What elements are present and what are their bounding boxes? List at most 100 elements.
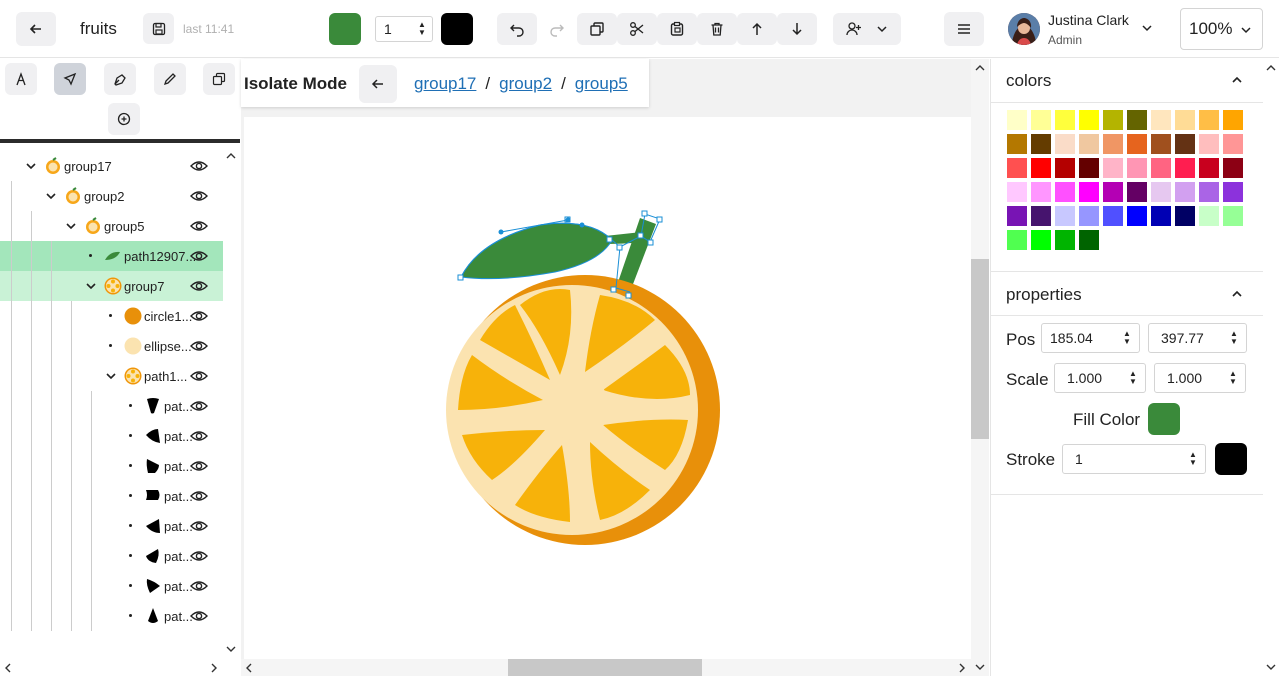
properties-panel-header[interactable]: properties — [991, 272, 1263, 316]
scroll-down-icon[interactable] — [1266, 663, 1276, 671]
eye-icon[interactable] — [190, 158, 208, 174]
palette-color-swatch[interactable] — [1150, 133, 1172, 155]
palette-color-swatch[interactable] — [1126, 109, 1148, 131]
palette-color-swatch[interactable] — [1126, 157, 1148, 179]
eye-icon[interactable] — [190, 368, 208, 384]
exit-isolate-button[interactable] — [359, 65, 397, 103]
artboard[interactable] — [244, 117, 971, 659]
right-vscrollbar[interactable] — [1263, 59, 1279, 676]
eye-icon[interactable] — [190, 488, 208, 504]
orange-leaf[interactable] — [460, 222, 613, 280]
pos-x-stepper[interactable]: ▲ ▼ — [1119, 324, 1135, 352]
layer-row[interactable]: circle1... — [0, 301, 223, 331]
back-button[interactable] — [16, 12, 56, 46]
scale-y-stepper[interactable]: ▲ ▼ — [1225, 364, 1241, 392]
layer-row[interactable]: group7 — [0, 271, 223, 301]
palette-color-swatch[interactable] — [1030, 205, 1052, 227]
scale-x-stepper[interactable]: ▲ ▼ — [1125, 364, 1141, 392]
pen-tool-button[interactable] — [104, 63, 136, 95]
eye-icon[interactable] — [190, 548, 208, 564]
colors-panel-header[interactable]: colors — [991, 59, 1263, 103]
palette-color-swatch[interactable] — [1102, 157, 1124, 179]
scroll-right-icon[interactable] — [958, 663, 966, 673]
stroke-input[interactable]: 1 ▲ ▼ — [1062, 444, 1206, 474]
palette-color-swatch[interactable] — [1198, 133, 1220, 155]
scroll-left-icon[interactable] — [4, 663, 12, 673]
chevron-up-icon[interactable] — [1231, 74, 1243, 86]
pos-y-input[interactable]: 397.77 ▲ ▼ — [1148, 323, 1247, 353]
palette-color-swatch[interactable] — [1054, 229, 1076, 251]
chevron-up-icon[interactable] — [1231, 288, 1243, 300]
palette-color-swatch[interactable] — [1030, 109, 1052, 131]
cut-button[interactable] — [617, 13, 657, 45]
breadcrumb-group2[interactable]: group2 — [499, 74, 552, 94]
layer-row[interactable]: pat... — [0, 481, 223, 511]
layer-row[interactable]: pat... — [0, 541, 223, 571]
scroll-down-icon[interactable] — [226, 645, 236, 653]
stroke-width-input[interactable]: 1 ▲ ▼ — [375, 16, 433, 42]
palette-color-swatch[interactable] — [1006, 133, 1028, 155]
palette-color-swatch[interactable] — [1126, 181, 1148, 203]
stroke-color-swatch[interactable] — [441, 13, 473, 45]
stroke-stepper[interactable]: ▲ ▼ — [1185, 445, 1201, 473]
share-user-dropdown[interactable] — [833, 13, 901, 45]
palette-color-swatch[interactable] — [1054, 205, 1076, 227]
palette-color-swatch[interactable] — [1174, 109, 1196, 131]
breadcrumb-group17[interactable]: group17 — [414, 74, 476, 94]
palette-color-swatch[interactable] — [1078, 229, 1100, 251]
palette-color-swatch[interactable] — [1054, 133, 1076, 155]
layers-scrollbar[interactable] — [223, 147, 240, 659]
palette-color-swatch[interactable] — [1126, 205, 1148, 227]
eye-icon[interactable] — [190, 608, 208, 624]
palette-color-swatch[interactable] — [1222, 109, 1244, 131]
group-tool-button[interactable] — [203, 63, 235, 95]
layer-row[interactable]: pat... — [0, 391, 223, 421]
eye-icon[interactable] — [190, 188, 208, 204]
document-title[interactable]: fruits — [80, 19, 117, 39]
palette-color-swatch[interactable] — [1150, 205, 1172, 227]
palette-color-swatch[interactable] — [1078, 205, 1100, 227]
palette-color-swatch[interactable] — [1054, 181, 1076, 203]
bring-forward-button[interactable] — [737, 13, 777, 45]
layer-row[interactable]: ellipse... — [0, 331, 223, 361]
scale-x-input[interactable]: 1.000 ▲ ▼ — [1054, 363, 1146, 393]
orange-illustration[interactable] — [244, 117, 971, 659]
eye-icon[interactable] — [190, 218, 208, 234]
user-menu-chevron-icon[interactable] — [1141, 22, 1153, 34]
canvas-hscroll-thumb[interactable] — [508, 659, 702, 676]
palette-color-swatch[interactable] — [1198, 109, 1220, 131]
expand-chevron-icon[interactable] — [85, 280, 97, 292]
expand-chevron-icon[interactable] — [25, 160, 37, 172]
canvas-vscrollbar[interactable] — [971, 59, 989, 676]
scroll-left-icon[interactable] — [245, 663, 253, 673]
canvas-hscrollbar[interactable] — [241, 659, 971, 676]
zoom-select[interactable]: 100% — [1180, 8, 1263, 50]
delete-button[interactable] — [697, 13, 737, 45]
palette-color-swatch[interactable] — [1102, 133, 1124, 155]
palette-color-swatch[interactable] — [1078, 181, 1100, 203]
paste-button[interactable] — [657, 13, 697, 45]
scroll-up-icon[interactable] — [975, 64, 985, 72]
palette-color-swatch[interactable] — [1222, 205, 1244, 227]
palette-color-swatch[interactable] — [1030, 133, 1052, 155]
palette-color-swatch[interactable] — [1006, 205, 1028, 227]
pos-y-stepper[interactable]: ▲ ▼ — [1226, 324, 1242, 352]
scale-y-input[interactable]: 1.000 ▲ ▼ — [1154, 363, 1246, 393]
scroll-down-icon[interactable] — [975, 663, 985, 671]
palette-color-swatch[interactable] — [1030, 181, 1052, 203]
expand-chevron-icon[interactable] — [105, 370, 117, 382]
text-tool-button[interactable] — [5, 63, 37, 95]
canvas-vscroll-thumb[interactable] — [971, 259, 989, 439]
scroll-right-icon[interactable] — [210, 663, 218, 673]
palette-color-swatch[interactable] — [1078, 157, 1100, 179]
save-button[interactable] — [143, 13, 174, 44]
palette-color-swatch[interactable] — [1150, 157, 1172, 179]
layer-row[interactable]: group5 — [0, 211, 223, 241]
pencil-tool-button[interactable] — [154, 63, 186, 95]
undo-button[interactable] — [497, 13, 537, 45]
palette-color-swatch[interactable] — [1150, 109, 1172, 131]
user-name[interactable]: Justina Clark — [1048, 12, 1129, 28]
palette-color-swatch[interactable] — [1222, 181, 1244, 203]
layer-row[interactable]: pat... — [0, 601, 223, 631]
palette-color-swatch[interactable] — [1006, 229, 1028, 251]
